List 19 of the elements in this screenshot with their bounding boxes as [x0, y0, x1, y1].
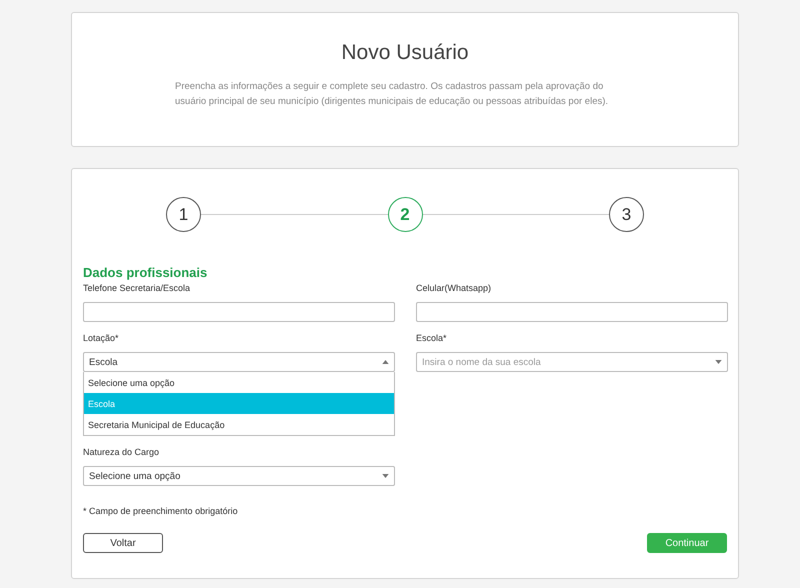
input-field[interactable] — [83, 302, 395, 322]
dropdown-option[interactable]: Selecione uma opção — [84, 372, 394, 393]
field-label: Lotação* — [83, 333, 120, 345]
dropdown-option[interactable]: Secretaria Municipal de Educação — [84, 414, 394, 435]
step-circle: 2 — [388, 197, 422, 232]
page-title: Novo Usuário — [341, 41, 469, 65]
section-title: Dados profissionais — [83, 265, 208, 280]
description-text: Preencha as informações a seguir e complete seu cadastro. Os cadastros passam pela aprovação do usuário principal de seu município (dirigentes municipais de educação ou pessoas atribuídas por eles). — [175, 80, 610, 109]
field-label: Natureza do Cargo — [83, 447, 160, 459]
field-label: Celular(Whatsapp) — [416, 283, 492, 295]
select-field[interactable]: Selecione uma opção — [83, 466, 395, 486]
footnote-text: * Campo de preenchimento obrigatório — [83, 506, 239, 516]
field-label: Escola* — [416, 333, 448, 345]
input-field[interactable] — [416, 302, 728, 322]
select-field[interactable]: Escola — [83, 352, 395, 372]
field-label: Telefone Secretaria/Escola — [83, 283, 192, 295]
step-circle: 3 — [609, 197, 644, 232]
step-circle: 1 — [166, 197, 201, 232]
back-button[interactable]: Voltar — [83, 533, 163, 553]
